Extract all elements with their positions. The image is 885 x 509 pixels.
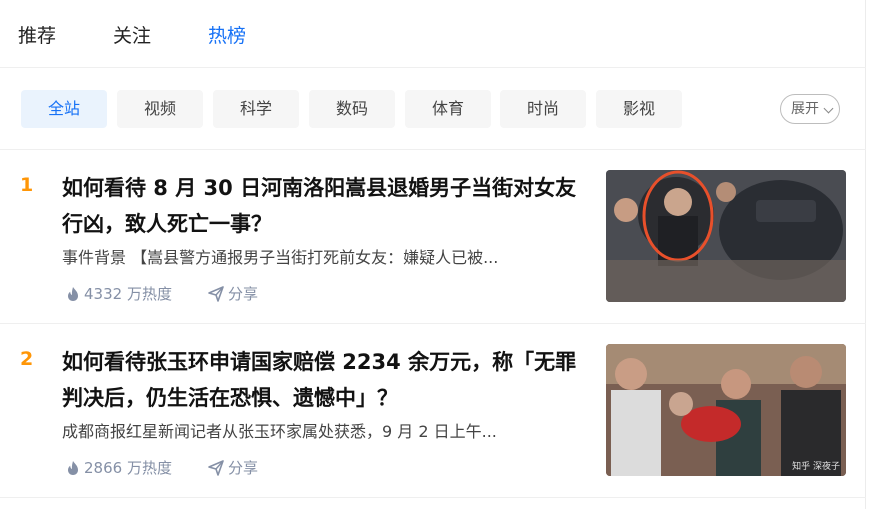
flame-icon bbox=[68, 460, 78, 475]
question-title-link[interactable]: 如何看待 8 月 30 日河南洛阳嵩县退婚男子当街对女友行凶，致人死亡一事？ bbox=[62, 170, 592, 242]
tab-recommend[interactable]: 推荐 bbox=[18, 21, 56, 48]
category-chip-fashion[interactable]: 时尚 bbox=[500, 90, 586, 128]
question-excerpt: 成都商报红星新闻记者从张玉环家属处获悉，9 月 2 日上午... bbox=[62, 422, 497, 441]
hot-list-page: 推荐 关注 热榜 全站 视频 科学 数码 体育 时尚 影视 展开 1 如何看待 … bbox=[0, 0, 866, 509]
expand-categories-button[interactable]: 展开 bbox=[780, 94, 840, 124]
item-meta: 4332 万热度 分享 bbox=[66, 283, 258, 304]
flame-icon bbox=[68, 286, 78, 301]
rank-number: 2 bbox=[20, 348, 34, 370]
expand-label: 展开 bbox=[791, 101, 819, 117]
category-chip-film[interactable]: 影视 bbox=[596, 90, 682, 128]
tab-follow[interactable]: 关注 bbox=[113, 21, 151, 48]
share-button[interactable]: 分享 bbox=[208, 283, 258, 304]
question-excerpt: 事件背景 【嵩县警方通报男子当街打死前女友：嫌疑人已被... bbox=[62, 248, 499, 267]
heat-value: 2866 万热度 bbox=[84, 459, 172, 477]
category-chip-video[interactable]: 视频 bbox=[117, 90, 203, 128]
heat-metric: 4332 万热度 bbox=[66, 283, 172, 304]
news-photo-icon bbox=[606, 170, 846, 302]
category-filter-bar: 全站 视频 科学 数码 体育 时尚 影视 展开 bbox=[0, 68, 866, 150]
category-chip-all[interactable]: 全站 bbox=[21, 90, 107, 128]
category-chip-science[interactable]: 科学 bbox=[213, 90, 299, 128]
category-chip-sports[interactable]: 体育 bbox=[405, 90, 491, 128]
chevron-down-icon bbox=[823, 103, 834, 114]
send-icon bbox=[208, 459, 224, 476]
top-navigation: 推荐 关注 热榜 bbox=[0, 0, 866, 68]
news-thumbnail[interactable] bbox=[606, 170, 846, 302]
hot-list-item: 1 如何看待 8 月 30 日河南洛阳嵩县退婚男子当街对女友行凶，致人死亡一事？… bbox=[0, 150, 866, 324]
question-title-link[interactable]: 如何看待张玉环申请国家赔偿 2234 余万元，称「无罪判决后，仍生活在恐惧、遗憾… bbox=[62, 344, 592, 416]
news-photo-icon bbox=[606, 344, 846, 476]
image-watermark: 知乎 深夜子 bbox=[792, 462, 840, 472]
heat-metric: 2866 万热度 bbox=[66, 457, 172, 478]
send-icon bbox=[208, 285, 224, 302]
tab-hot-list[interactable]: 热榜 bbox=[208, 21, 246, 48]
item-meta: 2866 万热度 分享 bbox=[66, 457, 258, 478]
share-label: 分享 bbox=[227, 459, 258, 477]
rank-number: 1 bbox=[20, 174, 34, 196]
category-chip-digital[interactable]: 数码 bbox=[309, 90, 395, 128]
share-label: 分享 bbox=[227, 285, 258, 303]
news-thumbnail[interactable]: 知乎 深夜子 bbox=[606, 344, 846, 476]
heat-value: 4332 万热度 bbox=[84, 285, 172, 303]
hot-list-item: 2 如何看待张玉环申请国家赔偿 2234 余万元，称「无罪判决后，仍生活在恐惧、… bbox=[0, 324, 866, 498]
share-button[interactable]: 分享 bbox=[208, 457, 258, 478]
